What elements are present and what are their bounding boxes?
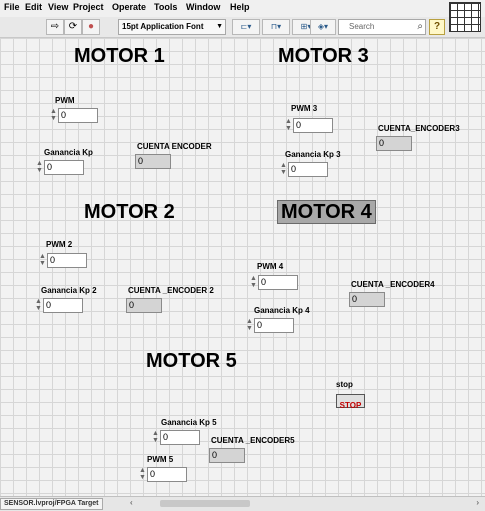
- motor1-pwm-label: PWM: [55, 96, 75, 105]
- menu-tools[interactable]: Tools: [154, 2, 177, 12]
- scroll-left-icon[interactable]: ‹: [130, 498, 133, 507]
- motor1-kp-input[interactable]: 0: [44, 160, 84, 175]
- motor2-pwm-input[interactable]: 0: [47, 253, 87, 268]
- motor5-encoder-label: CUENTA _ENCODER5: [211, 436, 295, 445]
- motor3-encoder-indicator: 0: [376, 136, 412, 151]
- increment-decrement-icon[interactable]: ▲ ▼: [245, 318, 254, 333]
- increment-decrement-icon[interactable]: ▲ ▼: [34, 298, 43, 313]
- increment-decrement-icon[interactable]: ▲ ▼: [138, 467, 147, 482]
- font-selector-label: 15pt Application Font: [122, 22, 204, 31]
- increment-decrement-icon[interactable]: ▲ ▼: [35, 160, 44, 175]
- motor2-kp-label: Ganancia Kp 2: [41, 286, 97, 295]
- motor3-pwm-input[interactable]: 0: [293, 118, 333, 133]
- motor3-encoder-label: CUENTA_ENCODER3: [378, 124, 460, 133]
- motor5-pwm-label: PWM 5: [147, 455, 174, 464]
- motor3-kp-label: Ganancia Kp 3: [285, 150, 341, 159]
- search-icon[interactable]: ⌕: [417, 20, 423, 34]
- scroll-right-icon[interactable]: ›: [476, 498, 479, 507]
- motor1-encoder-label: CUENTA ENCODER: [137, 142, 212, 151]
- chevron-down-icon: ▼: [216, 23, 223, 30]
- menu-edit[interactable]: Edit: [25, 2, 42, 12]
- motor4-title: MOTOR 4: [277, 200, 376, 224]
- reorder-icon[interactable]: ◈▾: [310, 19, 336, 35]
- horizontal-scrollbar[interactable]: [160, 500, 250, 507]
- motor2-encoder-indicator: 0: [126, 298, 162, 313]
- abort-icon[interactable]: ●: [82, 19, 100, 35]
- menu-file[interactable]: File: [4, 2, 20, 12]
- increment-decrement-icon[interactable]: ▲ ▼: [151, 430, 160, 445]
- motor5-pwm-input[interactable]: 0: [147, 467, 187, 482]
- motor1-pwm-input[interactable]: 0: [58, 108, 98, 123]
- motor1-kp-label: Ganancia Kp: [44, 148, 93, 157]
- motor2-kp-input[interactable]: 0: [43, 298, 83, 313]
- motor4-title-text: MOTOR 4: [277, 200, 376, 224]
- motor4-pwm-input[interactable]: 0: [258, 275, 298, 290]
- motor4-kp-label: Ganancia Kp 4: [254, 306, 310, 315]
- connector-pane-icon[interactable]: [449, 2, 481, 32]
- run-continuously-icon[interactable]: ⟳: [64, 19, 82, 35]
- menu-view[interactable]: View: [48, 2, 68, 12]
- distribute-objects-icon[interactable]: ⊓▾: [262, 19, 290, 35]
- motor4-pwm-label: PWM 4: [257, 262, 284, 271]
- motor5-kp-input[interactable]: 0: [160, 430, 200, 445]
- menu-operate[interactable]: Operate: [112, 2, 146, 12]
- menu-project[interactable]: Project: [73, 2, 104, 12]
- menu-window[interactable]: Window: [186, 2, 220, 12]
- motor4-kp-input[interactable]: 0: [254, 318, 294, 333]
- motor2-title: MOTOR 2: [84, 201, 175, 223]
- increment-decrement-icon[interactable]: ▲ ▼: [284, 118, 293, 133]
- motor5-kp-label: Ganancia Kp 5: [161, 418, 217, 427]
- toolbar: ⇨ ⟳ ● 15pt Application Font ▼ ⊏▾ ⊓▾ ⊞▾ ◈…: [0, 17, 485, 38]
- project-path[interactable]: SENSOR.lvproj/FPGA Target: [0, 498, 103, 510]
- run-arrow-icon[interactable]: ⇨: [46, 19, 64, 35]
- increment-decrement-icon[interactable]: ▲ ▼: [279, 162, 288, 177]
- increment-decrement-icon[interactable]: ▲ ▼: [38, 253, 47, 268]
- motor2-encoder-label: CUENTA _ENCODER 2: [128, 286, 214, 295]
- motor4-encoder-label: CUENTA _ENCODER4: [351, 280, 435, 289]
- motor5-title: MOTOR 5: [146, 350, 237, 372]
- help-icon[interactable]: ?: [429, 19, 445, 35]
- motor3-pwm-label: PWM 3: [291, 104, 318, 113]
- font-selector[interactable]: 15pt Application Font ▼: [118, 19, 226, 35]
- motor5-encoder-indicator: 0: [209, 448, 245, 463]
- align-objects-icon[interactable]: ⊏▾: [232, 19, 260, 35]
- search-placeholder: Search: [349, 22, 375, 31]
- status-bar: SENSOR.lvproj/FPGA Target ‹ ›: [0, 496, 485, 511]
- motor4-encoder-indicator: 0: [349, 292, 385, 307]
- motor3-kp-input[interactable]: 0: [288, 162, 328, 177]
- menu-bar: File Edit View Project Operate Tools Win…: [0, 0, 485, 16]
- increment-decrement-icon[interactable]: ▲ ▼: [49, 108, 58, 123]
- motor1-encoder-indicator: 0: [135, 154, 171, 169]
- search-input[interactable]: Search ⌕: [338, 19, 426, 35]
- motor3-title: MOTOR 3: [278, 45, 369, 67]
- motor1-title: MOTOR 1: [74, 45, 165, 67]
- motor2-pwm-label: PWM 2: [46, 240, 73, 249]
- increment-decrement-icon[interactable]: ▲ ▼: [249, 275, 258, 290]
- menu-help[interactable]: Help: [230, 2, 250, 12]
- stop-button[interactable]: STOP: [336, 394, 365, 410]
- stop-label: stop: [336, 380, 353, 389]
- stop-button-text: STOP: [339, 401, 362, 410]
